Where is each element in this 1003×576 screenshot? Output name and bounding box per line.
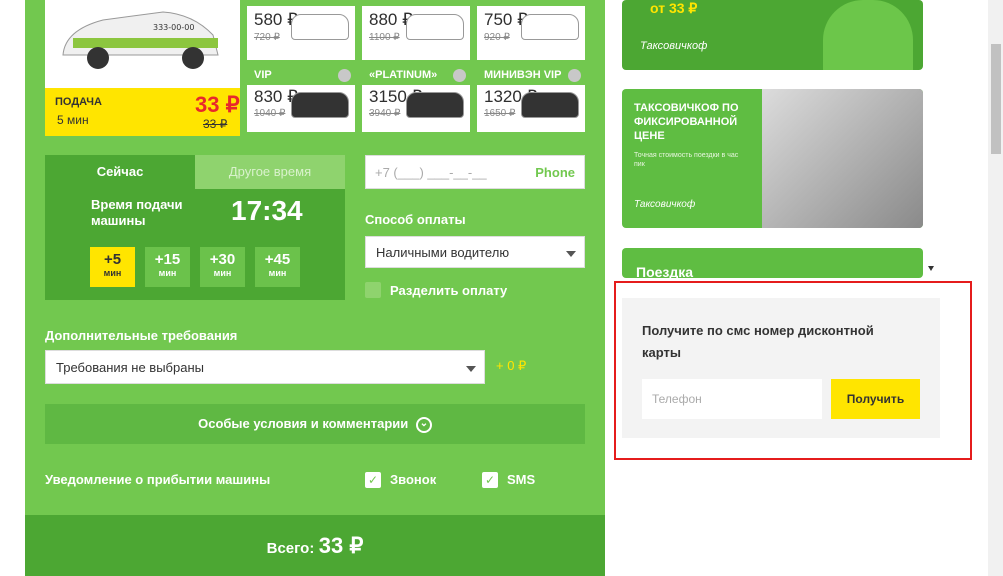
tariff-card[interactable]: МИНИВЭН VIP 1320 ₽1650 ₽ [477, 65, 585, 132]
split-payment-label: Разделить оплату [390, 283, 508, 298]
banner-title: ТАКСОВИЧКОФ ПО ФИКСИРОВАННОЙ ЦЕНЕ [634, 102, 739, 142]
tariff-card[interactable]: VIP 830 ₽1040 ₽ [247, 65, 355, 132]
split-payment-checkbox[interactable] [365, 282, 381, 298]
notify-label: Уведомление о прибытии машины [45, 472, 271, 487]
time-btn-value: +15 [154, 251, 181, 268]
time-btn-unit: мин [158, 268, 177, 278]
tariff-car-image [406, 92, 464, 118]
time-plus15-button[interactable]: +15 мин [145, 247, 190, 287]
total-value: 33 ₽ [318, 533, 364, 558]
promo-label: ПОДАЧА [55, 96, 102, 108]
sms-phone-input[interactable]: Телефон [642, 379, 822, 419]
tariff-radio[interactable] [568, 69, 581, 82]
tariff-car-image [521, 14, 579, 40]
extra-label: Дополнительные требования [45, 328, 238, 343]
time-btn-value: +5 [103, 251, 122, 268]
sms-card-title: Получите по смс номер дисконтной карты [642, 323, 874, 360]
promo-price: 33 ₽ [195, 92, 240, 117]
tariff-old-price: 1040 ₽ [254, 108, 286, 119]
tariff-old-price: 1100 ₽ [369, 32, 400, 43]
call-checkbox[interactable]: ✓ [365, 472, 381, 488]
time-btn-value: +30 [209, 251, 236, 268]
tariff-car-image [521, 92, 579, 118]
extra-price: + 0 ₽ [496, 358, 527, 373]
total-bar[interactable]: Всего: 33 ₽ [25, 515, 605, 576]
chevron-down-icon: ⌄ [415, 416, 432, 433]
tab-now[interactable]: Сейчас [45, 155, 195, 189]
total-label: Всего: [266, 540, 315, 557]
call-label: Звонок [390, 472, 437, 487]
car-phone-text: 333-00-00 [153, 23, 194, 32]
tariff-card[interactable]: 880 ₽1100 ₽ [362, 0, 470, 60]
chevron-down-icon [566, 251, 576, 257]
time-btn-value: +45 [264, 251, 291, 268]
extra-value: Требования не выбраны [56, 360, 204, 375]
time-btn-unit: мин [268, 268, 287, 278]
extra-select[interactable]: Требования не выбраны [45, 350, 485, 384]
special-label: Особые условия и комментарии [198, 416, 409, 431]
time-picker: Сейчас Другое время Время подачи машины … [45, 155, 345, 300]
woman-taxi-image [762, 89, 923, 228]
banner-brand: Таксовичкоф [640, 40, 708, 52]
sms-label: SMS [507, 472, 536, 487]
tariff-header [247, 0, 355, 6]
banner-brand: Таксовичкоф [634, 199, 696, 210]
courier-image [823, 0, 913, 70]
promo-old-price: 33 ₽ [203, 117, 228, 131]
time-value: 17:34 [231, 195, 303, 226]
tariff-card[interactable]: 580 ₽720 ₽ [247, 0, 355, 60]
tariff-name: МИНИВЭН VIP [484, 69, 562, 81]
banner-title: Поездка [636, 264, 694, 278]
time-plus5-button[interactable]: +5 мин [90, 247, 135, 287]
time-plus30-button[interactable]: +30 мин [200, 247, 245, 287]
sms-card: Получите по смс номер дисконтной карты Т… [622, 298, 940, 438]
scroll-thumb[interactable] [991, 44, 1001, 154]
tariff-radio[interactable] [453, 69, 466, 82]
payment-label: Способ оплаты [365, 212, 466, 227]
sms-phone-placeholder: Телефон [652, 392, 702, 406]
tariff-car-image [291, 92, 349, 118]
tariff-old-price: 720 ₽ [254, 32, 280, 43]
tariff-card[interactable]: «PLATINUM» 3150 ₽3940 ₽ [362, 65, 470, 132]
tariff-old-price: 3940 ₽ [369, 108, 401, 119]
time-btn-unit: мин [213, 268, 232, 278]
tariff-car-image [291, 14, 349, 40]
tariff-car-image [406, 14, 464, 40]
time-btn-unit: мин [103, 268, 122, 278]
tariff-card[interactable]: 750 ₽920 ₽ [477, 0, 585, 60]
special-conditions-button[interactable]: Особые условия и комментарии ⌄ [45, 404, 585, 444]
payment-value: Наличными водителю [376, 245, 510, 260]
phone-input[interactable]: +7 (___) ___-__-__ Phone [365, 155, 585, 189]
tariff-old-price: 1650 ₽ [484, 108, 516, 119]
taxi-car-image: 333-00-00 [62, 11, 219, 69]
phone-placeholder: +7 (___) ___-__-__ [375, 165, 487, 180]
tariff-header [362, 0, 470, 6]
banner-price-text: от 33 ₽ [650, 0, 698, 16]
banner-fixed-price[interactable]: ТАКСОВИЧКОФ ПО ФИКСИРОВАННОЙ ЦЕНЕ Точная… [622, 89, 923, 228]
chevron-down-icon [466, 366, 476, 372]
tariff-name: «PLATINUM» [369, 69, 438, 81]
scrollbar[interactable] [988, 0, 1003, 576]
tariff-name: VIP [254, 69, 272, 81]
tariff-header [477, 0, 585, 6]
promo-car-card[interactable]: 333-00-00 ПОДАЧА 5 мин 33 ₽ 33 ₽ [45, 0, 240, 136]
promo-time: 5 мин [57, 113, 89, 127]
time-plus45-button[interactable]: +45 мин [255, 247, 300, 287]
banner-subtitle: Точная стоимость поездки в час пик [634, 152, 739, 168]
phone-label: Phone [535, 165, 575, 180]
time-label: Время подачи машины [91, 197, 183, 228]
sms-checkbox[interactable]: ✓ [482, 472, 498, 488]
banner-price[interactable]: от 33 ₽ Таксовичкоф [622, 0, 923, 70]
payment-select[interactable]: Наличными водителю [365, 236, 585, 268]
banner-trip[interactable]: Поездка [622, 248, 923, 278]
tariff-old-price: 920 ₽ [484, 32, 510, 43]
scroll-down-arrow[interactable] [928, 266, 934, 271]
tab-other-time[interactable]: Другое время [195, 155, 345, 189]
get-button[interactable]: Получить [831, 379, 920, 419]
tariff-radio[interactable] [338, 69, 351, 82]
